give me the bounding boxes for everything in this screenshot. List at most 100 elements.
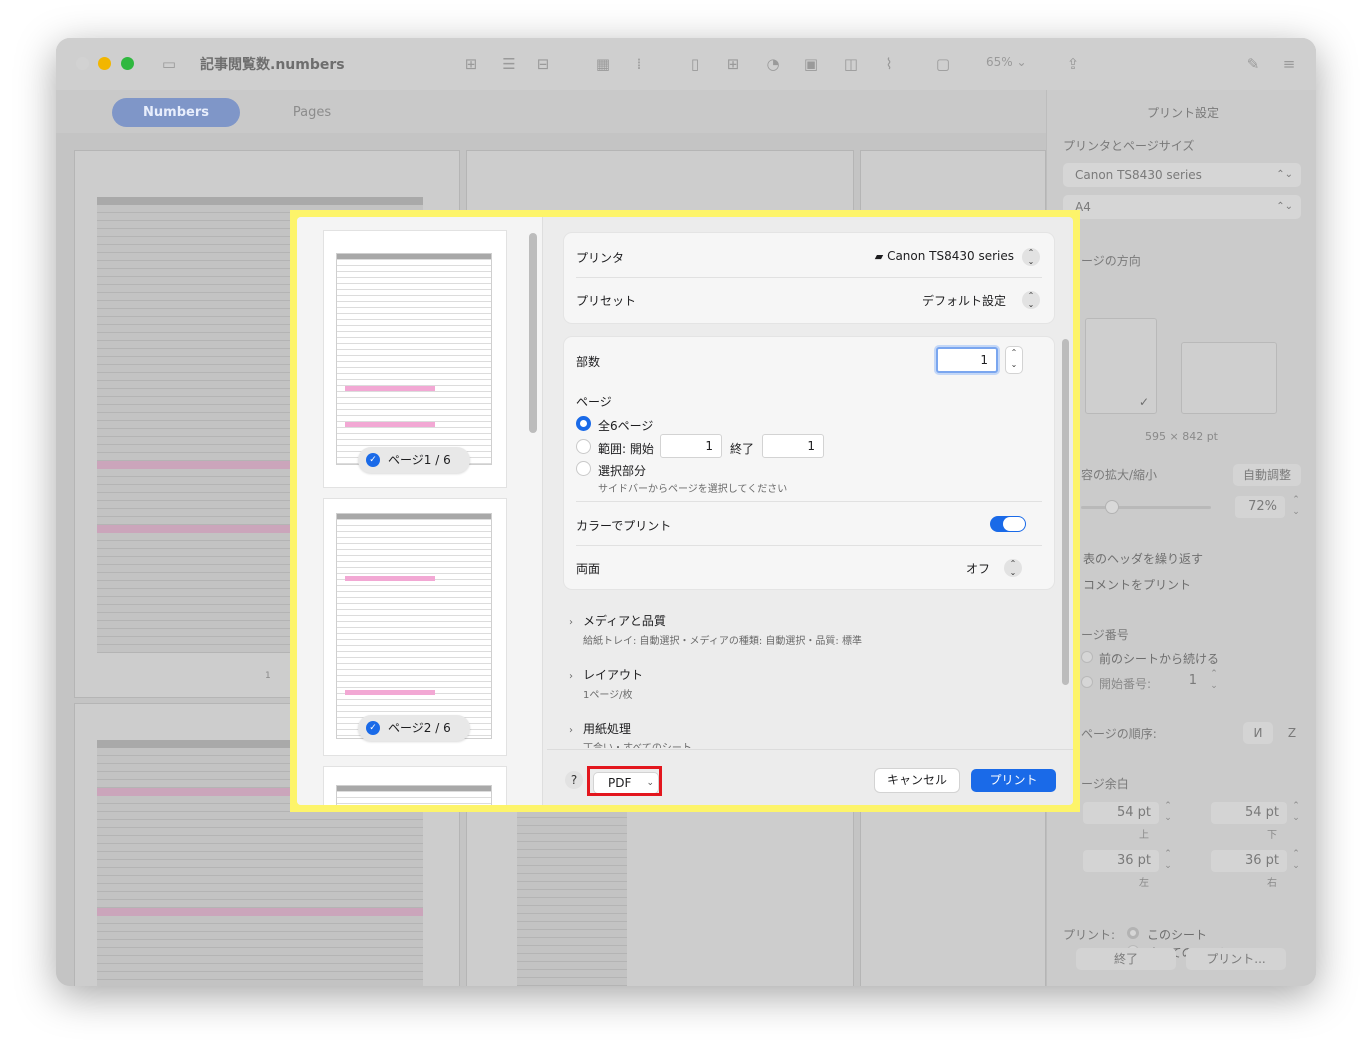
paper-handling-summary: 丁合い・すべてのシート <box>583 739 692 748</box>
zoom-menu[interactable]: 65% ⌄ <box>986 55 1027 69</box>
margins-label: ージ余白 <box>1081 777 1129 791</box>
order-down-then-over-icon[interactable]: И <box>1243 722 1273 744</box>
margin-bottom-field[interactable]: 54 pt <box>1211 802 1287 824</box>
print-button[interactable]: プリント <box>971 769 1056 792</box>
chevron-right-icon: › <box>569 617 573 628</box>
range-start-label: 範囲: 開始 <box>598 442 654 456</box>
margin-right-field[interactable]: 36 pt <box>1211 850 1287 872</box>
start-number-radio[interactable] <box>1081 676 1093 688</box>
auto-fit-button[interactable]: 自動調整 <box>1233 464 1301 486</box>
all-pages-radio[interactable] <box>576 416 591 431</box>
range-start-field[interactable]: 1 <box>660 434 722 458</box>
paper-handling-title: 用紙処理 <box>583 722 632 736</box>
close-window-button[interactable] <box>76 57 89 70</box>
textbox-icon[interactable]: ▣ <box>800 54 822 74</box>
scale-stepper[interactable]: ⌃ ⌄ <box>1289 494 1303 520</box>
printer-popup[interactable]: ▰ Canon TS8430 series <box>854 249 1014 263</box>
sidebar-toggle-icon[interactable]: ▭ <box>158 54 180 74</box>
margin-left-stepper[interactable]: ⌃ ⌄ <box>1161 848 1175 874</box>
range-radio[interactable] <box>576 439 591 454</box>
landscape-option[interactable] <box>1181 342 1277 414</box>
margin-bottom-stepper[interactable]: ⌃ ⌄ <box>1289 800 1303 826</box>
printer-select[interactable]: Canon TS8430 series ⌃⌄ <box>1063 163 1301 187</box>
done-button[interactable]: 終了 <box>1076 948 1176 970</box>
page-order-label: ページの順序: <box>1081 727 1157 741</box>
margin-left-field[interactable]: 36 pt <box>1083 850 1159 872</box>
start-number-field[interactable]: 1 <box>1165 670 1205 692</box>
pages-label: ページ <box>576 395 612 409</box>
table-add-icon[interactable]: ⊟ <box>532 54 554 74</box>
preset-popup[interactable]: デフォルト設定 <box>854 292 1006 309</box>
shape-icon[interactable]: ◫ <box>840 54 862 74</box>
chevron-updown-icon[interactable]: ⌃ ⌄ <box>1022 248 1040 266</box>
minimize-window-button[interactable] <box>98 57 111 70</box>
layout-title: レイアウト <box>583 668 644 682</box>
all-pages-label: 全6ページ <box>598 419 654 433</box>
scale-slider[interactable] <box>1081 500 1211 514</box>
paper-handling-summary-clip: 丁合い・すべてのシート <box>583 739 723 748</box>
tab-numbers[interactable]: Numbers <box>112 98 240 127</box>
start-number-stepper[interactable]: ⌃ ⌄ <box>1207 668 1221 694</box>
printer-icon: ▰ <box>874 250 884 263</box>
repeat-headers-label[interactable]: 表のヘッダを繰り返す <box>1083 550 1203 567</box>
paper-handling-disclosure[interactable]: › 用紙処理 <box>569 720 631 737</box>
chevron-right-icon: › <box>569 725 573 736</box>
page-1-label: ページ1 / 6 <box>388 453 451 467</box>
color-print-label: カラーでプリント <box>576 519 672 533</box>
cancel-button[interactable]: キャンセル <box>875 769 959 792</box>
media-quality-disclosure[interactable]: › メディアと品質 <box>569 612 666 629</box>
color-print-toggle[interactable] <box>990 516 1026 532</box>
copies-field[interactable]: 1 <box>936 347 998 373</box>
this-sheet-radio[interactable] <box>1127 927 1139 939</box>
comment-icon[interactable]: ▢ <box>932 54 954 74</box>
organize-icon[interactable]: ≡ <box>1278 54 1300 74</box>
slider-knob[interactable] <box>1105 500 1119 514</box>
scale-field[interactable]: 72% <box>1235 496 1285 518</box>
chart-icon[interactable]: ◔ <box>762 54 784 74</box>
chevron-right-icon: › <box>569 671 573 682</box>
trash-icon[interactable]: ▯ <box>684 54 706 74</box>
add-sheet-icon[interactable]: ⊞ <box>460 54 482 74</box>
inspector-print-button[interactable]: プリント... <box>1186 948 1286 970</box>
footer-divider <box>547 749 1073 750</box>
thumbnails-scrollbar[interactable] <box>529 233 537 433</box>
table-icon[interactable]: ⊞ <box>722 54 744 74</box>
copies-stepper[interactable]: ⌃ ⌄ <box>1006 347 1022 373</box>
share-icon[interactable]: ⇪ <box>1062 54 1084 74</box>
grid-icon[interactable]: ⁞ <box>628 54 650 74</box>
printer-group: プリンタ ▰ Canon TS8430 series ⌃ ⌄ プリセット デフォル… <box>564 233 1054 323</box>
selection-radio[interactable] <box>576 461 591 476</box>
margin-top-field[interactable]: 54 pt <box>1083 802 1159 824</box>
layout-disclosure[interactable]: › レイアウト <box>569 666 643 683</box>
range-end-field[interactable]: 1 <box>762 434 824 458</box>
page-thumbnail-1[interactable]: ✓ ページ1 / 6 <box>324 231 506 487</box>
chevron-updown-icon[interactable]: ⌃ ⌄ <box>1004 559 1022 577</box>
list-icon[interactable]: ☰ <box>498 54 520 74</box>
format-brush-icon[interactable]: ✎ <box>1242 54 1264 74</box>
orientation-label: ージの方向 <box>1081 254 1141 268</box>
title-bar: ▭ 記事閲覧数.numbers ⊞ ☰ ⊟ ▦ ⁞ ▯ ⊞ ◔ ▣ ◫ ⌇ ▢ … <box>56 38 1316 90</box>
attachment-icon[interactable]: ⌇ <box>878 54 900 74</box>
continue-radio[interactable] <box>1081 651 1093 663</box>
selection-hint: サイドバーからページを選択してください <box>598 484 788 495</box>
tab-pages[interactable]: Pages <box>272 105 352 120</box>
paper-size-select[interactable]: A4 ⌃⌄ <box>1063 195 1301 219</box>
print-settings-inspector: プリント設定 プリンタとページサイズ Canon TS8430 series ⌃… <box>1046 90 1316 986</box>
page-thumbnail-2[interactable]: ✓ ページ2 / 6 <box>324 499 506 755</box>
page-2-pill[interactable]: ✓ ページ2 / 6 <box>358 715 470 741</box>
chevron-updown-icon[interactable]: ⌃ ⌄ <box>1022 291 1040 309</box>
margin-right-stepper[interactable]: ⌃ ⌄ <box>1289 848 1303 874</box>
page-1-pill[interactable]: ✓ ページ1 / 6 <box>358 447 470 473</box>
help-button[interactable]: ? <box>565 771 583 789</box>
duplex-popup[interactable]: オフ <box>944 560 990 577</box>
order-over-then-down-icon[interactable]: Z <box>1277 722 1307 744</box>
zoom-window-button[interactable] <box>121 57 134 70</box>
options-scrollbar[interactable] <box>1062 339 1069 685</box>
media-icon[interactable]: ▦ <box>592 54 614 74</box>
pdf-annotation-box <box>587 766 662 796</box>
print-comments-label[interactable]: コメントをプリント <box>1083 576 1191 593</box>
thumbnail-table <box>336 253 492 465</box>
margin-top-stepper[interactable]: ⌃ ⌄ <box>1161 800 1175 826</box>
page-thumbnail-3[interactable] <box>324 767 506 805</box>
thumbnail-page-content <box>336 509 492 741</box>
